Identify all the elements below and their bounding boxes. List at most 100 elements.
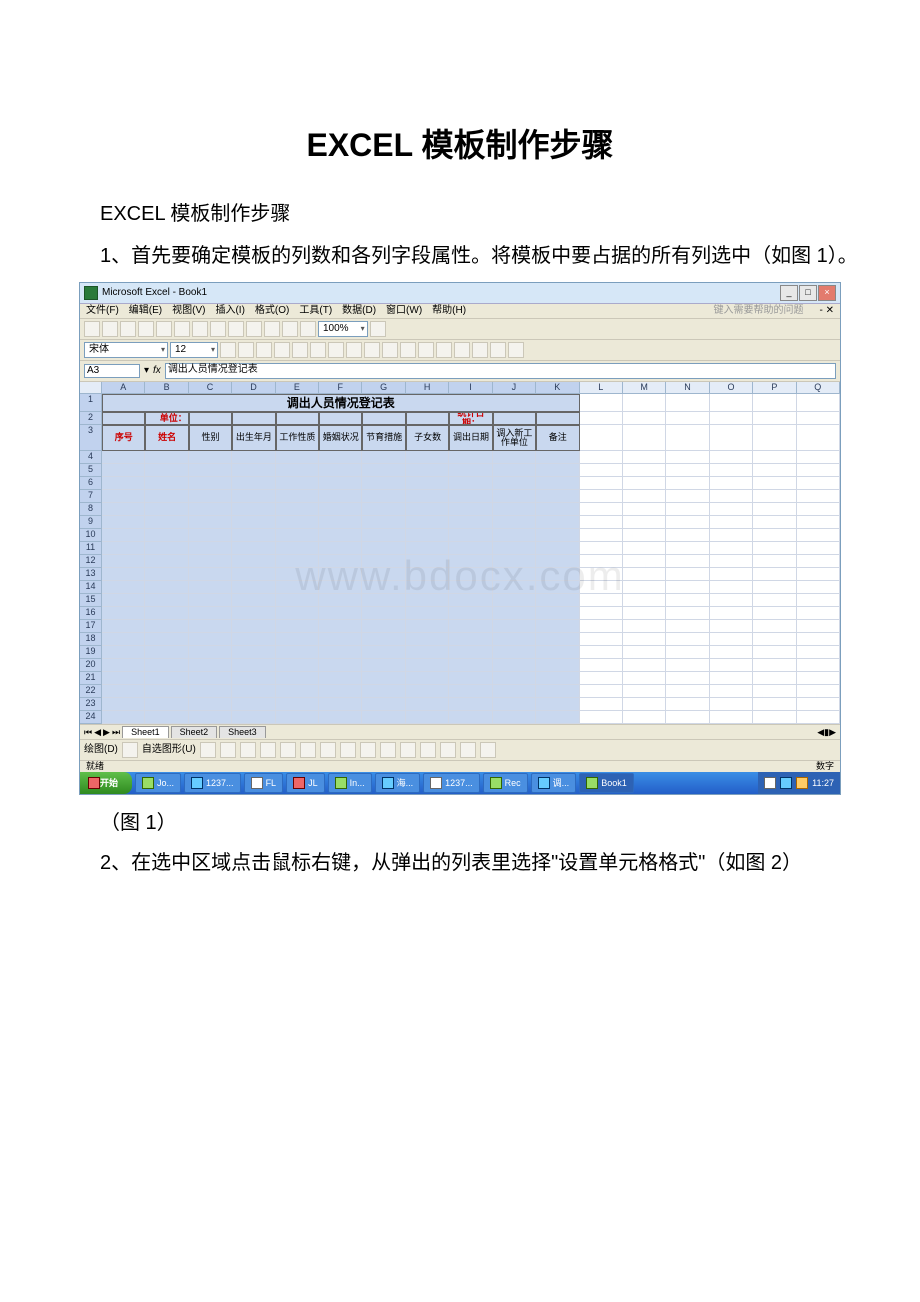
column-header[interactable]: P bbox=[753, 382, 796, 394]
tab-nav-last-icon[interactable]: ⏭ bbox=[112, 728, 120, 737]
cell[interactable] bbox=[666, 646, 709, 659]
cell[interactable] bbox=[189, 412, 232, 425]
help-icon[interactable] bbox=[370, 321, 386, 337]
cell[interactable] bbox=[536, 542, 579, 555]
cell[interactable] bbox=[753, 412, 796, 425]
column-header[interactable]: B bbox=[145, 382, 188, 394]
cell[interactable] bbox=[666, 633, 709, 646]
cell[interactable] bbox=[232, 555, 275, 568]
cell[interactable] bbox=[406, 594, 449, 607]
cell[interactable] bbox=[797, 594, 840, 607]
cell[interactable] bbox=[623, 490, 666, 503]
column-header[interactable]: G bbox=[362, 382, 405, 394]
cell[interactable] bbox=[449, 633, 492, 646]
cell[interactable] bbox=[797, 516, 840, 529]
cell[interactable] bbox=[319, 594, 362, 607]
cell[interactable] bbox=[536, 607, 579, 620]
cell[interactable] bbox=[319, 503, 362, 516]
row-header[interactable]: 22 bbox=[80, 685, 102, 698]
taskbar-item[interactable]: 调... bbox=[531, 773, 577, 793]
column-header[interactable]: K bbox=[536, 382, 579, 394]
cell[interactable] bbox=[536, 711, 579, 724]
table-header-cell[interactable]: 工作性质 bbox=[276, 425, 319, 451]
cell[interactable] bbox=[319, 698, 362, 711]
save-icon[interactable] bbox=[120, 321, 136, 337]
cell[interactable] bbox=[449, 659, 492, 672]
cell[interactable] bbox=[710, 529, 753, 542]
cell[interactable] bbox=[232, 542, 275, 555]
cell[interactable] bbox=[666, 620, 709, 633]
bold-icon[interactable] bbox=[220, 342, 236, 358]
cell[interactable] bbox=[102, 581, 145, 594]
cell[interactable] bbox=[536, 464, 579, 477]
cell[interactable] bbox=[666, 490, 709, 503]
cell[interactable] bbox=[102, 633, 145, 646]
cell[interactable] bbox=[232, 464, 275, 477]
table-header-cell[interactable]: 节育措施 bbox=[362, 425, 405, 451]
cell[interactable] bbox=[276, 659, 319, 672]
cell[interactable] bbox=[580, 451, 623, 464]
cell[interactable] bbox=[666, 568, 709, 581]
cell[interactable] bbox=[102, 542, 145, 555]
cell[interactable] bbox=[449, 581, 492, 594]
cell[interactable] bbox=[797, 529, 840, 542]
cell[interactable] bbox=[319, 451, 362, 464]
menu-doc-close[interactable]: - ✕ bbox=[820, 306, 835, 316]
cell[interactable] bbox=[580, 685, 623, 698]
cell[interactable] bbox=[666, 451, 709, 464]
cell[interactable] bbox=[319, 477, 362, 490]
cell[interactable] bbox=[797, 711, 840, 724]
table-header-cell[interactable]: 婚姻状况 bbox=[319, 425, 362, 451]
font-color2-icon[interactable] bbox=[380, 742, 396, 758]
cell[interactable] bbox=[623, 412, 666, 425]
tab-nav-first-icon[interactable]: ⏮ bbox=[84, 728, 92, 737]
cell[interactable] bbox=[666, 542, 709, 555]
wordart-icon[interactable] bbox=[300, 742, 316, 758]
cell[interactable] bbox=[189, 451, 232, 464]
select-all-corner[interactable] bbox=[80, 382, 102, 394]
cell[interactable] bbox=[102, 659, 145, 672]
cell[interactable] bbox=[362, 568, 405, 581]
cell[interactable] bbox=[753, 711, 796, 724]
cell[interactable] bbox=[406, 529, 449, 542]
cell[interactable] bbox=[449, 464, 492, 477]
cell[interactable] bbox=[406, 542, 449, 555]
cell[interactable] bbox=[276, 477, 319, 490]
cell[interactable] bbox=[102, 607, 145, 620]
column-header[interactable]: D bbox=[232, 382, 275, 394]
table-header-cell[interactable]: 序号 bbox=[102, 425, 145, 451]
cell[interactable] bbox=[276, 555, 319, 568]
cell[interactable] bbox=[362, 477, 405, 490]
cell[interactable] bbox=[623, 477, 666, 490]
cell[interactable] bbox=[145, 581, 188, 594]
cell[interactable] bbox=[753, 620, 796, 633]
zoom-select[interactable]: 100% bbox=[318, 321, 368, 337]
cell[interactable] bbox=[666, 685, 709, 698]
line-icon[interactable] bbox=[200, 742, 216, 758]
table-header-cell[interactable]: 出生年月 bbox=[232, 425, 275, 451]
cell[interactable] bbox=[189, 607, 232, 620]
row-header[interactable]: 23 bbox=[80, 698, 102, 711]
cell[interactable] bbox=[623, 425, 666, 451]
cell[interactable] bbox=[276, 620, 319, 633]
column-header[interactable]: O bbox=[710, 382, 753, 394]
align-center-icon[interactable] bbox=[292, 342, 308, 358]
cell[interactable] bbox=[797, 503, 840, 516]
cell[interactable] bbox=[753, 568, 796, 581]
cell[interactable] bbox=[232, 529, 275, 542]
cell[interactable] bbox=[536, 620, 579, 633]
cell[interactable] bbox=[145, 490, 188, 503]
cell[interactable] bbox=[710, 464, 753, 477]
cell[interactable] bbox=[536, 685, 579, 698]
column-header[interactable]: A bbox=[102, 382, 145, 394]
cell[interactable] bbox=[753, 672, 796, 685]
cell[interactable] bbox=[493, 451, 536, 464]
cell[interactable] bbox=[580, 646, 623, 659]
table-header-cell[interactable]: 调出日期 bbox=[449, 425, 492, 451]
cell[interactable] bbox=[753, 490, 796, 503]
cell[interactable] bbox=[623, 555, 666, 568]
cell[interactable] bbox=[276, 672, 319, 685]
cell[interactable] bbox=[753, 555, 796, 568]
cell[interactable] bbox=[797, 568, 840, 581]
name-box[interactable]: A3 bbox=[84, 364, 140, 378]
